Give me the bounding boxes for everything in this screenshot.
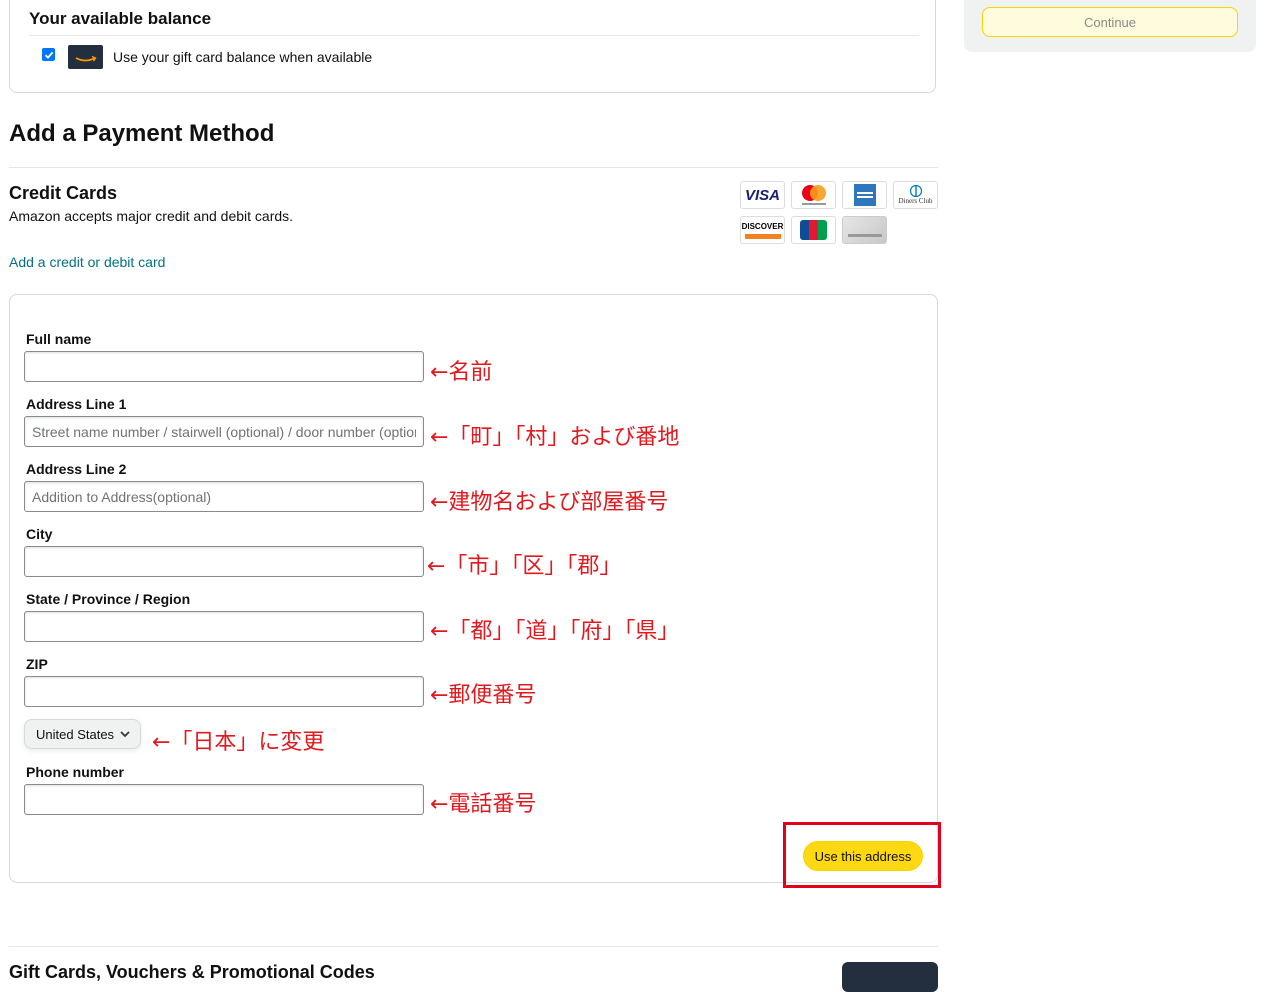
zip-input[interactable] (24, 676, 424, 707)
gift-card-checkbox[interactable] (42, 48, 55, 61)
gift-card-label: Use your gift card balance when availabl… (113, 49, 373, 65)
annotation-state: ←「都」「道」「府」「県」 (430, 619, 680, 644)
annotation-address-line-2: ←建物名および部屋番号 (430, 490, 669, 515)
city-label: City (26, 526, 53, 542)
visa-icon: VISA (740, 181, 785, 209)
full-name-label: Full name (26, 331, 92, 347)
divider (9, 167, 938, 168)
annotation-address-line-1: ←「町」「村」および番地 (430, 425, 680, 450)
full-name-input[interactable] (24, 351, 424, 382)
checkmark-icon (44, 51, 53, 59)
continue-button[interactable]: Continue (982, 7, 1238, 37)
apply-button[interactable] (842, 962, 938, 992)
state-input[interactable] (24, 611, 424, 642)
discover-icon: DISCOVER (740, 216, 785, 244)
annotation-zip: ←郵便番号 (430, 683, 537, 708)
city-input[interactable] (24, 546, 424, 577)
page-title: Add a Payment Method (9, 120, 275, 147)
mastercard-icon (791, 181, 836, 209)
add-card-link[interactable]: Add a credit or debit card (9, 254, 165, 270)
chevron-down-icon (120, 731, 130, 738)
country-select[interactable]: United States (24, 719, 141, 749)
state-label: State / Province / Region (26, 591, 191, 607)
zip-label: ZIP (26, 656, 48, 672)
annotation-phone: ←電話番号 (430, 792, 537, 817)
diners-club-icon: Diners Club (893, 181, 938, 209)
balance-title: Your available balance (29, 9, 212, 28)
use-this-address-button[interactable]: Use this address (803, 841, 923, 871)
amazon-store-card-icon (842, 216, 887, 244)
annotation-country: ←「日本」に変更 (152, 730, 325, 755)
annotation-full-name: ←名前 (430, 360, 493, 385)
divider (9, 946, 938, 947)
annotation-city: ←「市」「区」「郡」 (427, 554, 622, 579)
gift-cards-title: Gift Cards, Vouchers & Promotional Codes (9, 962, 375, 982)
address-line-1-label: Address Line 1 (26, 396, 127, 412)
divider (29, 35, 919, 36)
credit-cards-description: Amazon accepts major credit and debit ca… (9, 208, 294, 224)
amex-icon (842, 181, 887, 209)
amazon-gift-card-icon (68, 45, 103, 69)
phone-label: Phone number (26, 764, 125, 780)
country-select-value: United States (36, 726, 115, 742)
jcb-icon (791, 216, 836, 244)
phone-input[interactable] (24, 784, 424, 815)
credit-cards-title: Credit Cards (9, 183, 118, 203)
address-line-2-label: Address Line 2 (26, 461, 127, 477)
address-line-1-input[interactable] (24, 416, 424, 447)
address-line-2-input[interactable] (24, 481, 424, 512)
